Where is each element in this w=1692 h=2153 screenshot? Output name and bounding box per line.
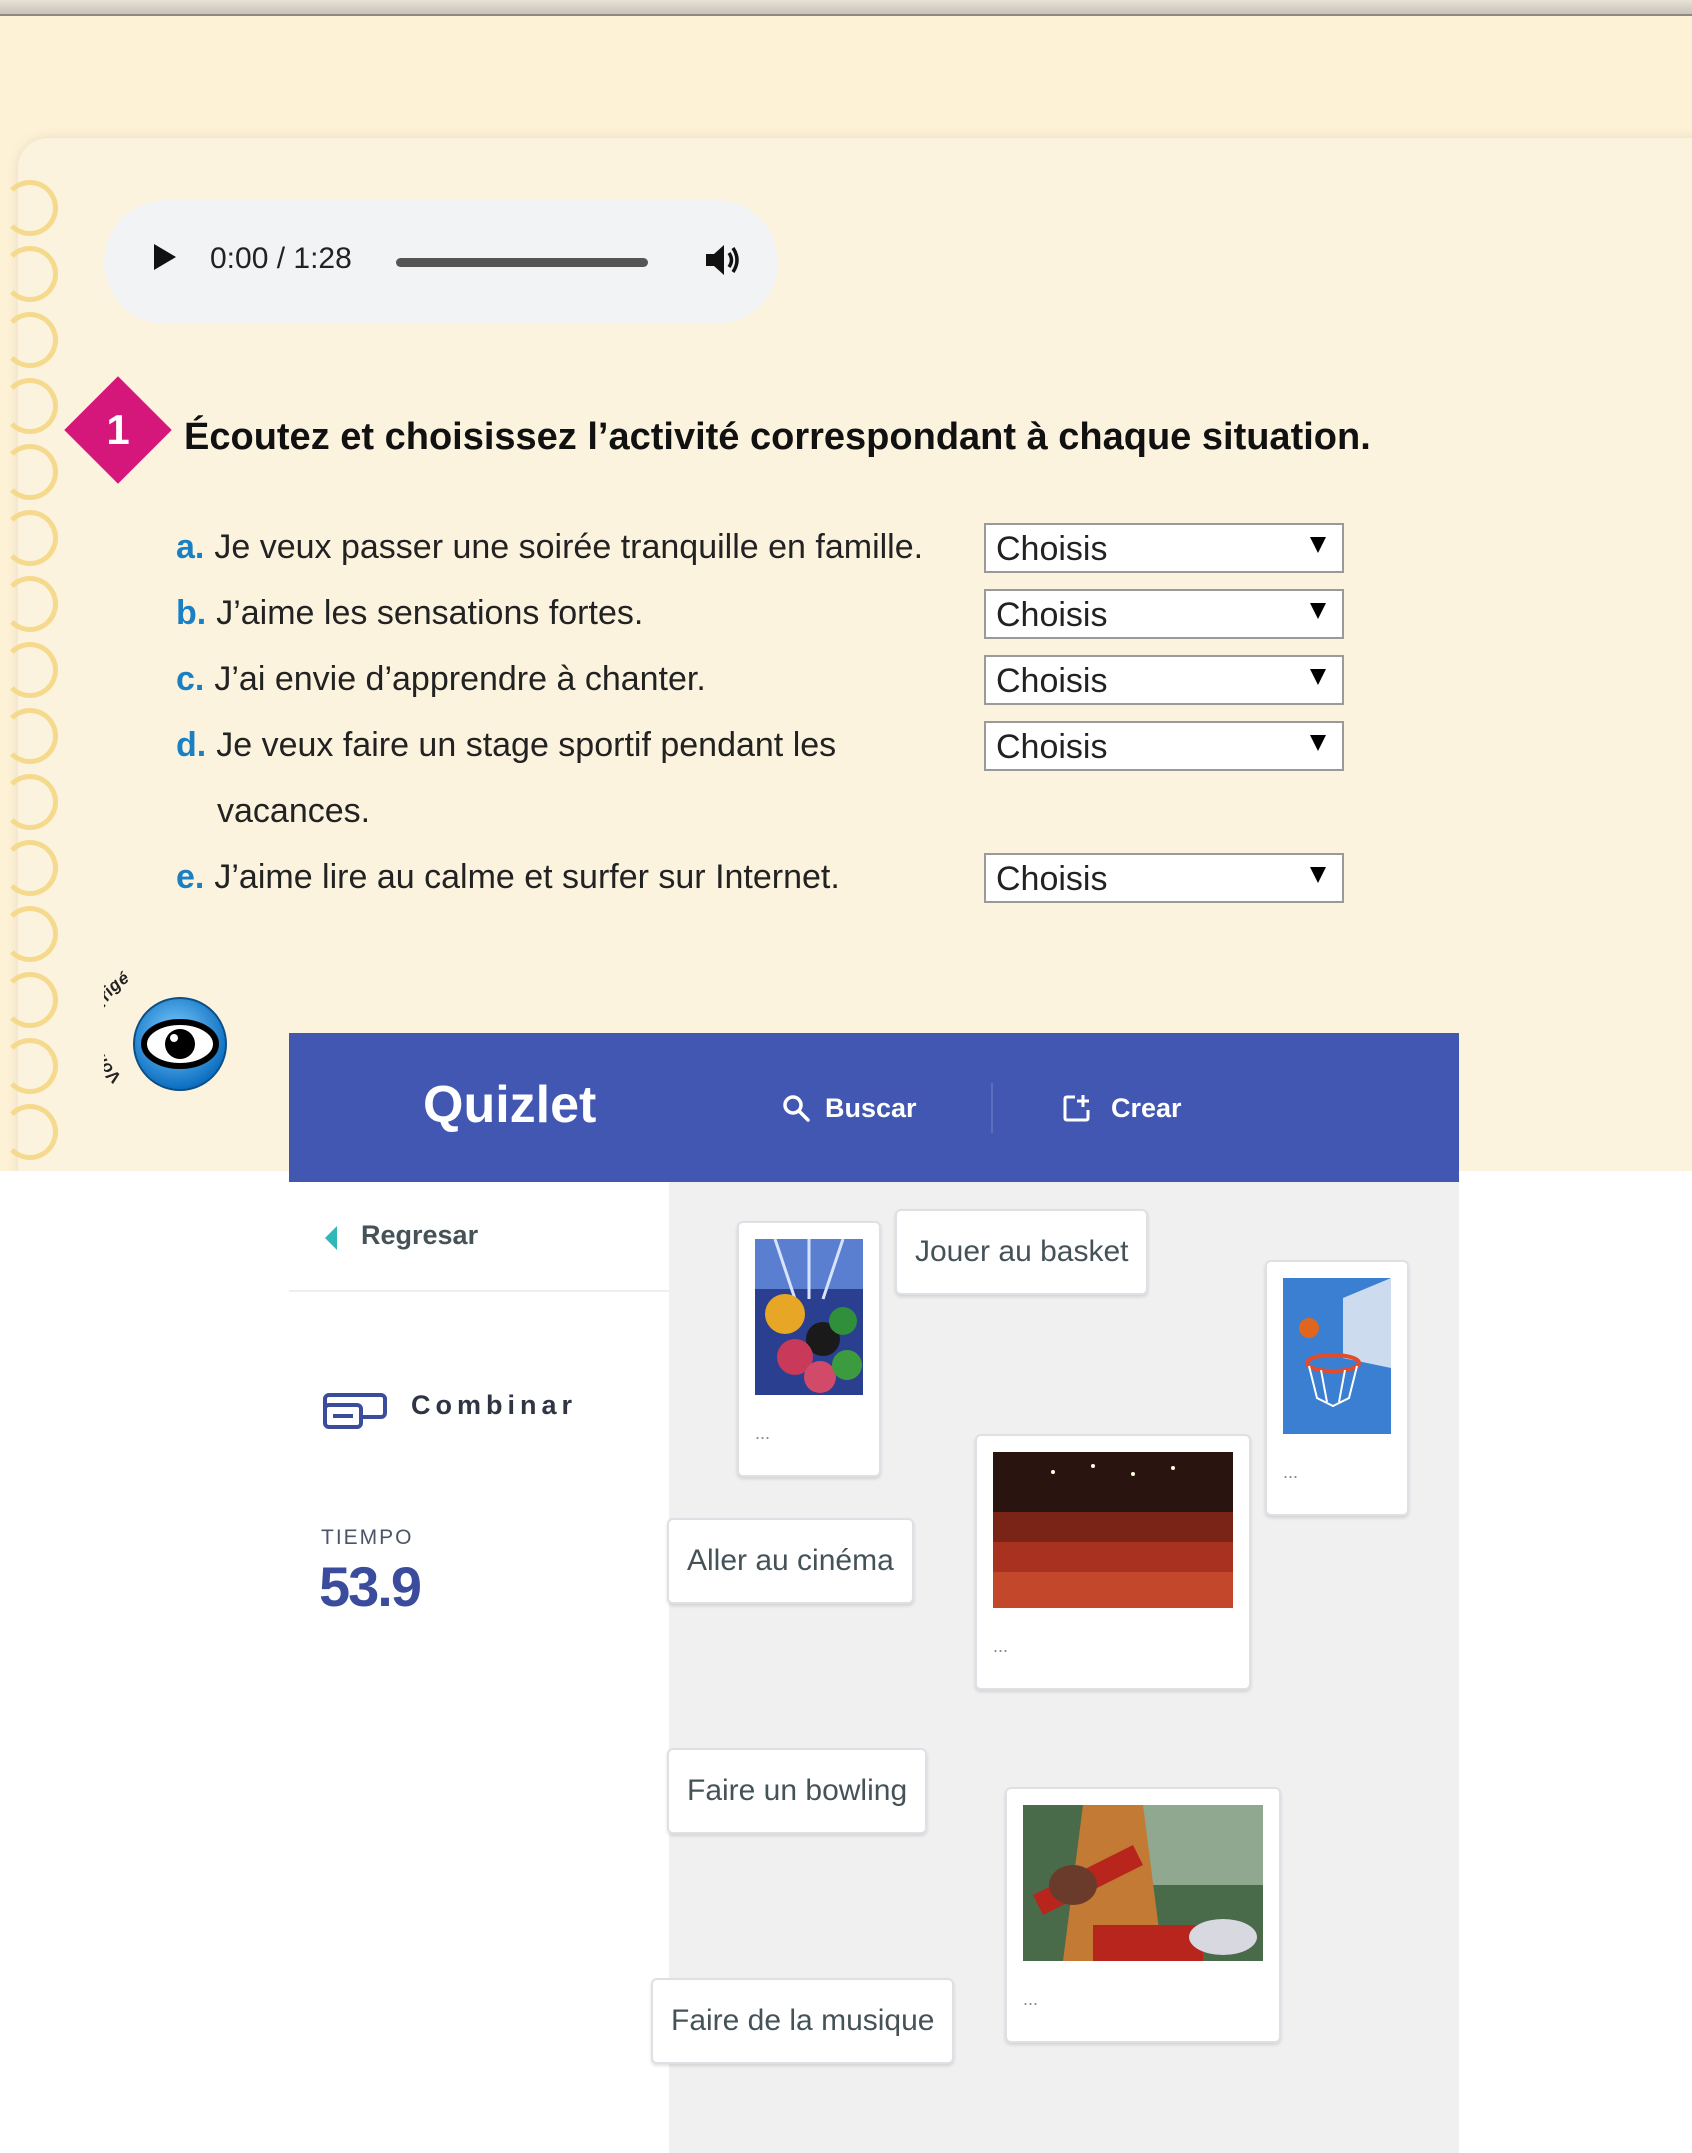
match-board: ... Jouer au basket ... ... Aller au cin… xyxy=(651,1182,1459,2153)
ring xyxy=(2,708,58,764)
ring xyxy=(2,576,58,632)
mode-label: Combinar xyxy=(411,1390,578,1420)
question-item-b: b. J’aime les sensations fortes. xyxy=(176,594,643,633)
ring xyxy=(2,180,58,236)
timer-value: 53.9 xyxy=(319,1555,422,1618)
match-mode-icon xyxy=(323,1393,387,1429)
item-text: J’ai envie d’apprendre à chanter. xyxy=(214,660,706,698)
dropdown-arrow-icon xyxy=(1310,867,1326,883)
item-letter: c. xyxy=(176,660,205,698)
card-caption: ... xyxy=(755,1423,771,1443)
answer-select-c[interactable]: Choisis xyxy=(984,655,1344,705)
ring xyxy=(2,444,58,500)
ring xyxy=(2,246,58,302)
back-label: Regresar xyxy=(361,1220,479,1250)
basketball-image xyxy=(1283,1278,1391,1434)
play-icon[interactable] xyxy=(154,244,176,270)
back-arrow-icon xyxy=(325,1226,337,1250)
quizlet-logo[interactable]: Quizlet xyxy=(423,1075,596,1135)
select-value: Choisis xyxy=(996,728,1108,766)
item-text: Je veux faire un stage sportif pendant l… xyxy=(216,726,837,764)
term-card-bowling[interactable]: Faire un bowling xyxy=(667,1748,928,1834)
item-text: J’aime les sensations fortes. xyxy=(216,594,644,632)
create-set-icon xyxy=(1063,1095,1090,1122)
item-letter: e. xyxy=(176,858,205,896)
answer-select-b[interactable]: Choisis xyxy=(984,589,1344,639)
item-text: Je veux passer une soirée tranquille en … xyxy=(214,528,924,566)
dropdown-arrow-icon xyxy=(1310,669,1326,685)
textbook-page: 0:00 / 1:28 1 Écoutez et choisissez l’ac… xyxy=(0,0,1692,1171)
question-item-e: e. J’aime lire au calme et surfer sur Int… xyxy=(176,858,840,897)
question-item-d: d. Je veux faire un stage sportif pendant… xyxy=(176,726,836,765)
question-number: 1 xyxy=(106,406,130,453)
ring xyxy=(2,774,58,830)
answer-select-d[interactable]: Choisis xyxy=(984,721,1344,771)
item-text: J’aime lire au calme et surfer sur Inter… xyxy=(214,858,840,896)
voir-le-corrige-eye-icon[interactable]: Voir le corrigé xyxy=(104,966,234,1096)
ring xyxy=(2,510,58,566)
search-label: Buscar xyxy=(825,1093,917,1123)
quizlet-app: Quizlet Buscar Crear Regresar Combinar T… xyxy=(289,1033,1459,2153)
exercise-instruction: Écoutez et choisissez l’activité corresp… xyxy=(184,416,1371,458)
image-card-music[interactable]: ... xyxy=(1005,1787,1281,2043)
dropdown-arrow-icon xyxy=(1310,735,1326,751)
audio-progress-slider[interactable] xyxy=(396,258,648,267)
item-letter: b. xyxy=(176,594,207,632)
ring xyxy=(2,972,58,1028)
cinema-image xyxy=(993,1452,1233,1608)
bowling-image xyxy=(755,1239,863,1395)
ring xyxy=(2,312,58,368)
item-letter: a. xyxy=(176,528,205,566)
select-value: Choisis xyxy=(996,662,1108,700)
question-item-a: a. Je veux passer une soirée tranquille e… xyxy=(176,528,923,567)
corrige-label: Voir le corrigé xyxy=(104,968,132,1087)
ring xyxy=(2,642,58,698)
create-label: Crear xyxy=(1111,1093,1182,1123)
header-divider xyxy=(991,1083,993,1133)
select-value: Choisis xyxy=(996,860,1108,898)
answer-select-e[interactable]: Choisis xyxy=(984,853,1344,903)
select-value: Choisis xyxy=(996,596,1108,634)
audio-time: 0:00 / 1:28 xyxy=(210,242,352,275)
audio-player: 0:00 / 1:28 xyxy=(104,200,778,324)
card-caption: ... xyxy=(1023,1989,1039,2009)
term-card-basket[interactable]: Jouer au basket xyxy=(895,1209,1149,1295)
ring xyxy=(2,906,58,962)
ring xyxy=(2,840,58,896)
card-caption: ... xyxy=(1283,1462,1299,1482)
answer-select-a[interactable]: Choisis xyxy=(984,523,1344,573)
timer-label: TIEMPO xyxy=(321,1526,414,1549)
question-item-c: c. J’ai envie d’apprendre à chanter. xyxy=(176,660,706,699)
term-card-cinema[interactable]: Aller au cinéma xyxy=(667,1518,914,1604)
window-top-bar xyxy=(0,0,1692,16)
notebook-rings xyxy=(0,180,70,1170)
dropdown-arrow-icon xyxy=(1310,603,1326,619)
ring xyxy=(2,1038,58,1094)
volume-icon[interactable] xyxy=(702,240,742,280)
image-card-basketball[interactable]: ... xyxy=(1265,1260,1409,1516)
ring xyxy=(2,1104,58,1160)
ring xyxy=(2,378,58,434)
quizlet-header: Quizlet Buscar Crear xyxy=(289,1033,1459,1182)
image-card-bowling[interactable]: ... xyxy=(737,1221,881,1477)
dropdown-arrow-icon xyxy=(1310,537,1326,553)
item-text-continuation: vacances. xyxy=(217,792,371,830)
sidebar-divider xyxy=(289,1290,669,1292)
search-icon xyxy=(783,1095,810,1122)
quizlet-sidebar: Regresar Combinar TIEMPO 53.9 xyxy=(289,1182,669,2153)
item-letter: d. xyxy=(176,726,207,764)
image-card-cinema[interactable]: ... xyxy=(975,1434,1251,1690)
term-card-music[interactable]: Faire de la musique xyxy=(651,1978,955,2064)
card-caption: ... xyxy=(993,1636,1009,1656)
select-value: Choisis xyxy=(996,530,1108,568)
music-image xyxy=(1023,1805,1263,1961)
